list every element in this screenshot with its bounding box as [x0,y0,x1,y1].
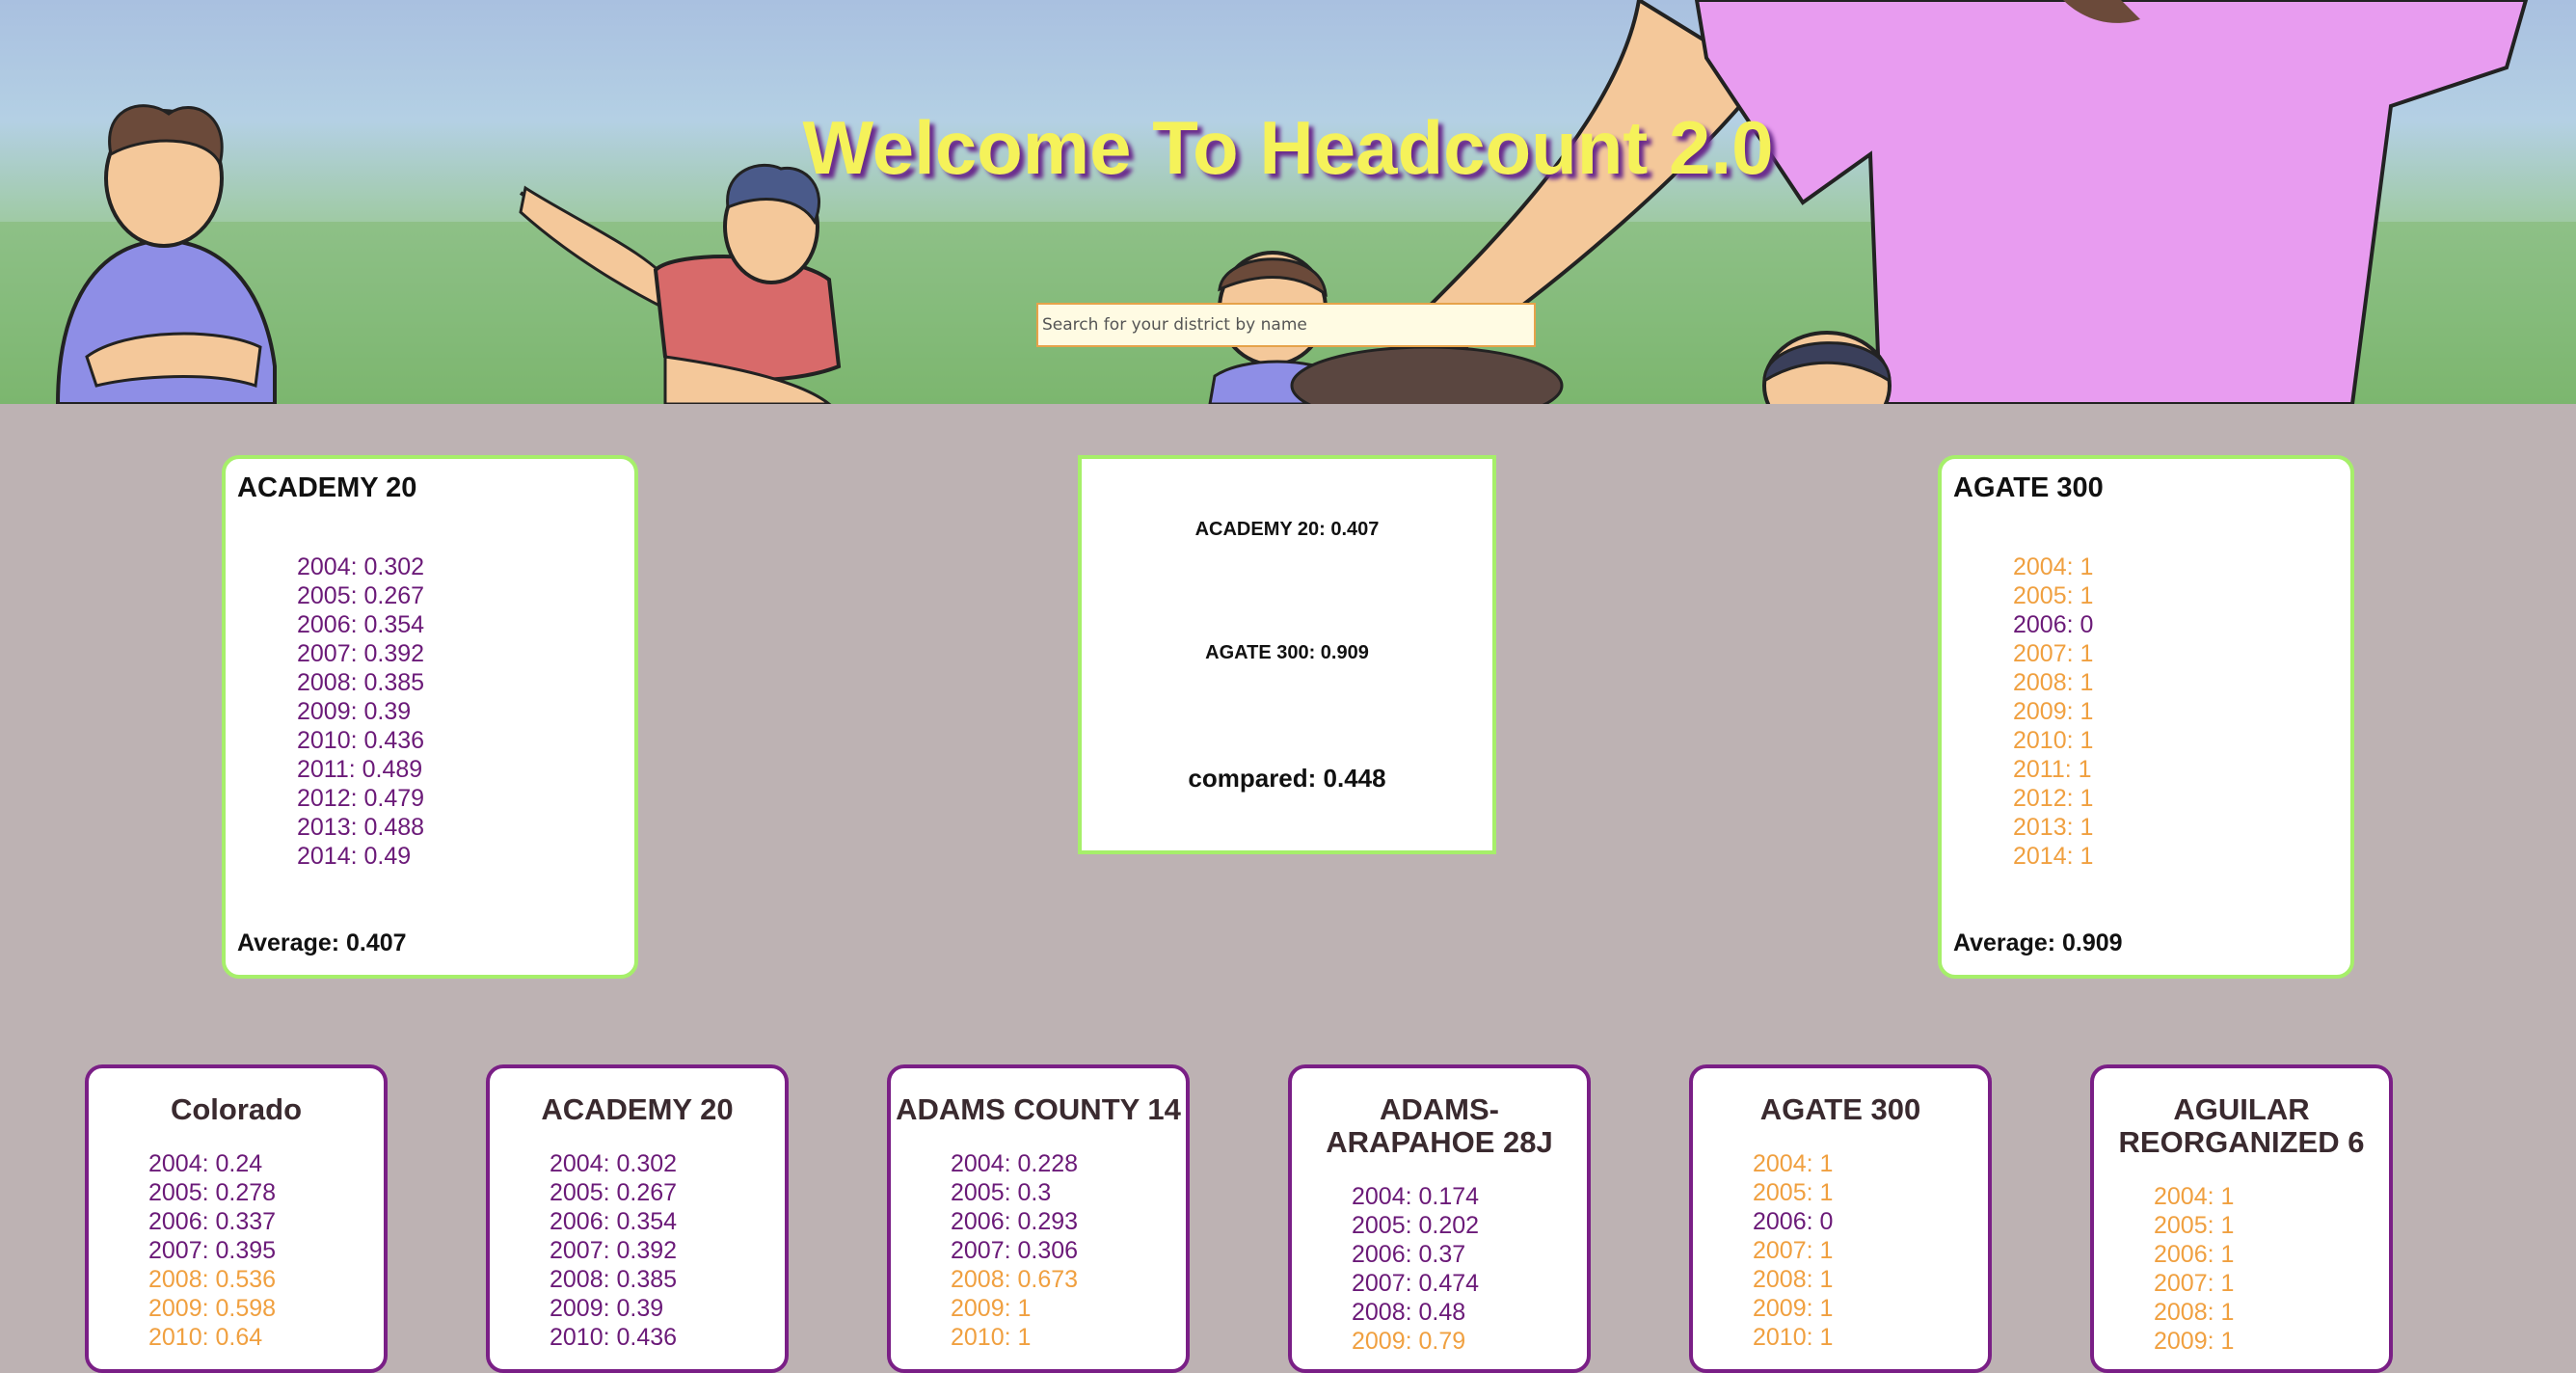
year-value: 2009: 1 [951,1295,1032,1322]
header-banner: Welcome To Headcount 2.0 [0,0,2576,404]
district-years: 2004: 0.228 2005: 0.3 2006: 0.293 2007: 0.3… [891,1149,1186,1352]
year-value: 2005: 0.3 [951,1179,1052,1206]
comparison-second: AGATE 300: 0.909 [1205,642,1369,663]
year-value: 2011: 1 [2013,756,2092,783]
year-value: 2008: 0.385 [550,1266,678,1293]
year-value: 2005: 1 [2013,582,2094,609]
year-value: 2005: 0.267 [550,1179,678,1206]
comparison-card: ACADEMY 20: 0.407 AGATE 300: 0.909 compa… [1078,455,1496,854]
district-name: Colorado [170,1092,303,1126]
year-value: 2007: 0.395 [148,1237,277,1264]
year-value: 2004: 0.174 [1352,1183,1480,1210]
year-value: 2006: 0.37 [1352,1241,1466,1268]
year-value: 2008: 0.536 [148,1266,277,1293]
selected-district-years: 2004: 0.302 2005: 0.267 2006: 0.354 2007: 0… [237,552,623,871]
year-value: 2009: 0.79 [1352,1328,1466,1355]
year-value: 2006: 0.354 [550,1208,678,1235]
comparison-first: ACADEMY 20: 0.407 [1194,519,1380,540]
year-value: 2005: 0.278 [148,1179,277,1206]
year-value: 2004: 1 [2013,553,2094,580]
year-value: 2007: 0.392 [297,640,425,667]
district-years: 2004: 1 2005: 1 2006: 0 2007: 1 2008: 1 2009:… [1693,1149,1988,1352]
year-value: 2008: 0.385 [297,669,425,696]
district-name: AGUILAR REORGANIZED 6 [2118,1092,2365,1159]
year-value: 2012: 0.479 [297,785,425,812]
year-value: 2004: 0.302 [550,1150,678,1177]
year-value: 2007: 1 [1753,1237,1834,1264]
year-value: 2008: 1 [1753,1266,1834,1293]
year-value: 2005: 1 [2154,1212,2235,1239]
district-search-input[interactable] [1036,303,1536,347]
year-value: 2006: 0.354 [297,611,425,638]
year-value: 2009: 0.39 [297,698,412,725]
year-value: 2007: 1 [2013,640,2094,667]
district-years: 2004: 1 2005: 1 2006: 1 2007: 1 2008: 1 2009:… [2094,1182,2389,1356]
district-years: 2004: 0.24 2005: 0.278 2006: 0.337 2007: 0.… [89,1149,384,1352]
district-name: AGATE 300 [1759,1092,1921,1126]
year-value: 2006: 0 [2013,611,2094,638]
page-title: Welcome To Headcount 2.0 [802,105,1774,190]
year-value: 2004: 0.302 [297,553,425,580]
district-card-agate-300[interactable]: AGATE 300 2004: 1 2005: 1 2006: 0 2007: 1 20… [1689,1064,1992,1373]
year-value: 2008: 1 [2154,1299,2235,1326]
selected-district-card[interactable]: AGATE 300 2004: 1 2005: 1 2006: 0 2007: 1 20… [1938,455,2354,979]
year-value: 2006: 1 [2154,1241,2235,1268]
district-card-colorado[interactable]: Colorado 2004: 0.24 2005: 0.278 2006: 0.33… [85,1064,388,1373]
district-years: 2004: 0.302 2005: 0.267 2006: 0.354 2007: 0… [490,1149,785,1352]
year-value: 2008: 0.48 [1352,1299,1466,1326]
comparison-result: compared: 0.448 [1188,764,1386,793]
year-value: 2012: 1 [2013,785,2094,812]
district-name: ADAMS-ARAPAHOE 28J [1326,1092,1553,1159]
district-years: 2004: 0.174 2005: 0.202 2006: 0.37 2007: 0.… [1292,1182,1587,1356]
year-value: 2009: 0.598 [148,1295,277,1322]
year-value: 2013: 0.488 [297,814,425,841]
selected-district-average: Average: 0.909 [1953,929,2123,956]
year-value: 2014: 1 [2013,843,2094,870]
selected-district-card[interactable]: ACADEMY 20 2004: 0.302 2005: 0.267 2006: 0… [222,455,638,979]
year-value: 2009: 1 [2154,1328,2235,1355]
year-value: 2005: 0.267 [297,582,425,609]
year-value: 2009: 0.39 [550,1295,664,1322]
year-value: 2013: 1 [2013,814,2094,841]
year-value: 2009: 1 [1753,1295,1834,1322]
year-value: 2011: 0.489 [297,756,423,783]
year-value: 2007: 1 [2154,1270,2235,1297]
district-card-adams-county-14[interactable]: ADAMS COUNTY 14 2004: 0.228 2005: 0.3 2006… [887,1064,1190,1373]
year-value: 2010: 1 [2013,727,2094,754]
year-value: 2004: 0.228 [951,1150,1079,1177]
district-card-aguilar-reorganized-6[interactable]: AGUILAR REORGANIZED 6 2004: 1 2005: 1 2006… [2090,1064,2393,1373]
year-value: 2007: 0.306 [951,1237,1079,1264]
year-value: 2005: 0.202 [1352,1212,1480,1239]
selected-district-name: ACADEMY 20 [237,472,417,503]
year-value: 2014: 0.49 [297,843,412,870]
year-value: 2007: 0.392 [550,1237,678,1264]
selected-district-average: Average: 0.407 [237,929,407,956]
year-value: 2007: 0.474 [1352,1270,1480,1297]
year-value: 2004: 0.24 [148,1150,263,1177]
year-value: 2010: 0.436 [297,727,425,754]
year-value: 2006: 0.293 [951,1208,1079,1235]
year-value: 2004: 1 [2154,1183,2235,1210]
selected-district-name: AGATE 300 [1953,472,2104,503]
district-card-academy-20[interactable]: ACADEMY 20 2004: 0.302 2005: 0.267 2006: 0… [486,1064,789,1373]
district-name: ADAMS COUNTY 14 [896,1092,1181,1126]
year-value: 2008: 0.673 [951,1266,1079,1293]
selected-district-years: 2004: 1 2005: 1 2006: 0 2007: 1 2008: 1 2009:… [1953,552,2339,871]
year-value: 2008: 1 [2013,669,2094,696]
year-value: 2006: 0.337 [148,1208,277,1235]
year-value: 2009: 1 [2013,698,2094,725]
year-value: 2005: 1 [1753,1179,1834,1206]
year-value: 2004: 1 [1753,1150,1834,1177]
district-card-adams-arapahoe-28j[interactable]: ADAMS-ARAPAHOE 28J 2004: 0.174 2005: 0.20… [1288,1064,1591,1373]
district-name: ACADEMY 20 [541,1092,734,1126]
year-value: 2006: 0 [1753,1208,1834,1235]
